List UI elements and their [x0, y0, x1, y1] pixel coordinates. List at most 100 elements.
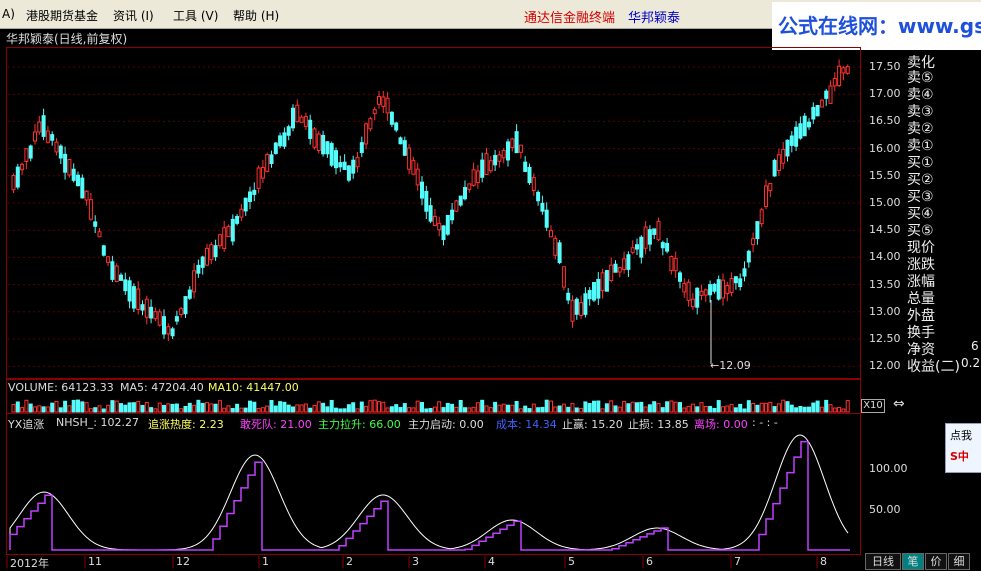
candle-body [583, 293, 588, 315]
price-axis-label: 15.00 [869, 196, 901, 209]
volume-bar [389, 406, 394, 413]
price-axis-label: 14.00 [869, 250, 901, 264]
candle-body [248, 191, 252, 202]
volume-bar [291, 406, 295, 413]
candle-body [673, 257, 678, 272]
candle-body [303, 116, 308, 127]
candle-body [656, 220, 661, 241]
price-axis-label: 12.50 [869, 332, 901, 345]
candle-body [480, 159, 485, 178]
candle-body [63, 153, 68, 173]
popup-logo-icon: S中 [950, 450, 969, 463]
price-axis-label: 14.50 [869, 223, 901, 237]
tab-detail[interactable]: 细 [948, 553, 970, 570]
candle-body [587, 290, 592, 300]
candle-body [291, 107, 295, 129]
volume-bar [127, 402, 132, 413]
candle-body [80, 177, 85, 199]
volume-bar [506, 404, 510, 413]
candle-body [751, 238, 756, 246]
volume-bar [557, 405, 562, 413]
resize-arrow-icon[interactable]: ⇔ [893, 396, 905, 412]
volume-bar [381, 401, 386, 413]
wait-label: 离场: 0.00 [694, 418, 748, 431]
volume-bar [497, 404, 502, 413]
volume-bar [682, 407, 687, 413]
candle-body [501, 149, 506, 159]
date-label: 2 [346, 555, 353, 568]
candle-body [41, 115, 46, 137]
volume-bar [566, 406, 571, 413]
candle-body [493, 154, 498, 166]
volume-bar [67, 405, 72, 413]
volume-bar [493, 401, 498, 413]
volume-bar [50, 402, 55, 413]
candle-body [432, 215, 437, 226]
candle-body [265, 154, 270, 172]
volume-bar [338, 408, 343, 413]
volume-bar [114, 400, 119, 413]
tab-daily[interactable]: 日线 [865, 553, 901, 570]
volume-bar [260, 407, 265, 413]
date-label: 5 [568, 555, 575, 568]
volume-bar [622, 400, 627, 413]
candle-body [364, 123, 369, 145]
volume-bar [458, 399, 463, 413]
candle-body [355, 156, 360, 168]
x10-button[interactable]: X10 [861, 399, 885, 413]
volume-bar [488, 407, 493, 413]
volume-bar [269, 400, 274, 413]
candle-body [183, 296, 188, 315]
candle-body [136, 288, 141, 311]
candle-body [11, 175, 16, 191]
volume-bar [411, 407, 416, 413]
candle-body [557, 242, 562, 264]
candle-body [119, 274, 123, 281]
candle-body [273, 142, 278, 154]
candle-body [411, 160, 416, 175]
volume-bar [364, 405, 369, 413]
candle-body [334, 150, 338, 169]
candle-body [613, 263, 618, 273]
candle-body [170, 328, 175, 337]
volume-bar [106, 404, 111, 413]
volume-bar [28, 403, 33, 413]
volume-bar [80, 401, 85, 413]
volume-bar [501, 403, 506, 413]
volume-bar [746, 400, 751, 413]
volume-bar [510, 404, 515, 413]
volume-bar [415, 400, 420, 413]
volume-bar [54, 400, 59, 413]
volume-bar [759, 402, 764, 413]
volume-bar [652, 401, 657, 413]
candle-body [540, 202, 545, 212]
candle-body [811, 106, 816, 120]
volume-bar [402, 403, 407, 413]
tab-pen[interactable]: 笔 [902, 553, 924, 570]
volume-bar [183, 405, 188, 413]
chat-popup[interactable]: 点我 S中 [945, 423, 981, 473]
volume-bar [170, 403, 175, 413]
volume-bar [101, 408, 106, 413]
tab-price[interactable]: 价 [925, 553, 947, 570]
candle-body [488, 160, 493, 172]
candle-body [794, 126, 799, 147]
candle-body [76, 174, 80, 187]
candle-body [441, 225, 446, 241]
volume-bar [841, 408, 846, 413]
volume-bar [729, 403, 734, 413]
date-label: 1 [262, 555, 269, 568]
volume-bar [248, 400, 252, 413]
candle-body [807, 121, 811, 128]
candle-body [196, 264, 201, 274]
candle-body [140, 304, 145, 311]
candle-body [643, 226, 648, 249]
volume-bar [377, 401, 381, 413]
volume-bar [372, 399, 377, 413]
volume-bar [639, 401, 644, 413]
low-annotation: ←12.09 [710, 359, 751, 372]
volume-bar [196, 399, 201, 413]
volume-bar [123, 404, 128, 413]
candle-body [639, 236, 644, 258]
date-label: 6 [646, 555, 653, 568]
